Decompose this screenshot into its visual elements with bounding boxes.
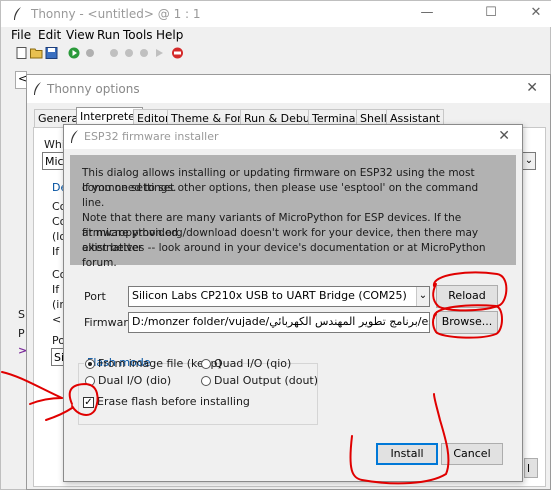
menubar: File Edit View Run Tools Help <box>1 27 551 45</box>
thonny-logo-icon <box>14 7 21 20</box>
radio-dout[interactable] <box>201 376 211 386</box>
radio-dio-label[interactable]: Dual I/O (dio) <box>98 374 171 387</box>
ok-button-fragment[interactable]: l <box>524 458 538 478</box>
minimize-button[interactable]: — <box>412 5 442 20</box>
firmware-close-button[interactable]: ✕ <box>498 128 510 144</box>
firmware-label: Firmware <box>84 316 135 329</box>
chevron-down-icon[interactable]: ⌄ <box>416 287 429 306</box>
cancel-button[interactable]: Cancel <box>441 443 503 465</box>
shell-fragment-s: S <box>18 308 25 321</box>
firmware-path-input[interactable]: D:/monzer folder/vujade/برنامج تطوير الم… <box>128 312 430 333</box>
thonny-logo-icon <box>71 130 78 143</box>
step-over-icon[interactable] <box>108 47 121 59</box>
esp32-firmware-dialog: ESP32 firmware installer ✕ This dialog a… <box>63 124 523 482</box>
radio-qio-label[interactable]: Quad I/O (qio) <box>214 357 291 370</box>
options-close-button[interactable]: ✕ <box>526 80 538 96</box>
firmware-dialog-title: ESP32 firmware installer <box>84 130 219 143</box>
resume-icon[interactable] <box>153 47 166 59</box>
port-label: Port <box>84 290 106 303</box>
install-button[interactable]: Install <box>376 443 438 465</box>
menu-view[interactable]: View <box>66 28 94 42</box>
menu-tools[interactable]: Tools <box>123 28 153 42</box>
new-file-icon[interactable] <box>15 47 28 59</box>
browse-button[interactable]: Browse... <box>436 311 498 334</box>
radio-qio[interactable] <box>201 359 211 369</box>
close-button[interactable]: ✕ <box>521 5 551 20</box>
firmware-titlebar: ESP32 firmware installer ✕ <box>64 125 522 149</box>
save-icon[interactable] <box>45 47 58 59</box>
debug-icon[interactable] <box>84 47 97 59</box>
stop-icon[interactable] <box>171 47 184 59</box>
open-folder-icon[interactable] <box>30 47 43 59</box>
erase-flash-checkbox[interactable]: ✓ <box>83 397 94 408</box>
options-dialog-title: Thonny options <box>47 82 140 96</box>
info-box: This dialog allows installing or updatin… <box>70 155 516 269</box>
main-titlebar: Thonny - <untitled> @ 1 : 1 — ☐ ✕ <box>1 1 551 27</box>
menu-edit[interactable]: Edit <box>38 28 61 42</box>
main-window-title: Thonny - <untitled> @ 1 : 1 <box>31 7 201 21</box>
which-interpreter-label: Whi <box>44 138 65 151</box>
thonny-logo-icon <box>34 82 41 95</box>
port-select[interactable]: Silicon Labs CP210x USB to UART Bridge (… <box>128 286 430 307</box>
radio-dout-label[interactable]: Dual Output (dout) <box>214 374 318 387</box>
menu-file[interactable]: File <box>11 28 31 42</box>
info-line-2: If you need to set other options, then p… <box>82 182 479 209</box>
erase-flash-label[interactable]: Erase flash before installing <box>97 395 250 408</box>
shell-fragment-p: P <box>18 327 25 340</box>
interpreter-combo-arrow[interactable]: ⌄ <box>522 152 536 170</box>
toolbar <box>1 45 551 63</box>
info-line-5: alternatives -- look around in your devi… <box>82 242 486 269</box>
flash-mode-group <box>78 363 318 425</box>
radio-dio[interactable] <box>85 376 95 386</box>
menu-run[interactable]: Run <box>97 28 120 42</box>
reload-button[interactable]: Reload <box>436 285 498 308</box>
options-titlebar: Thonny options ✕ <box>27 75 550 103</box>
step-out-icon[interactable] <box>138 47 151 59</box>
step-into-icon[interactable] <box>123 47 136 59</box>
maximize-button[interactable]: ☐ <box>476 5 506 20</box>
radio-keep[interactable] <box>85 359 95 369</box>
menu-help[interactable]: Help <box>156 28 183 42</box>
run-icon[interactable] <box>68 47 81 59</box>
